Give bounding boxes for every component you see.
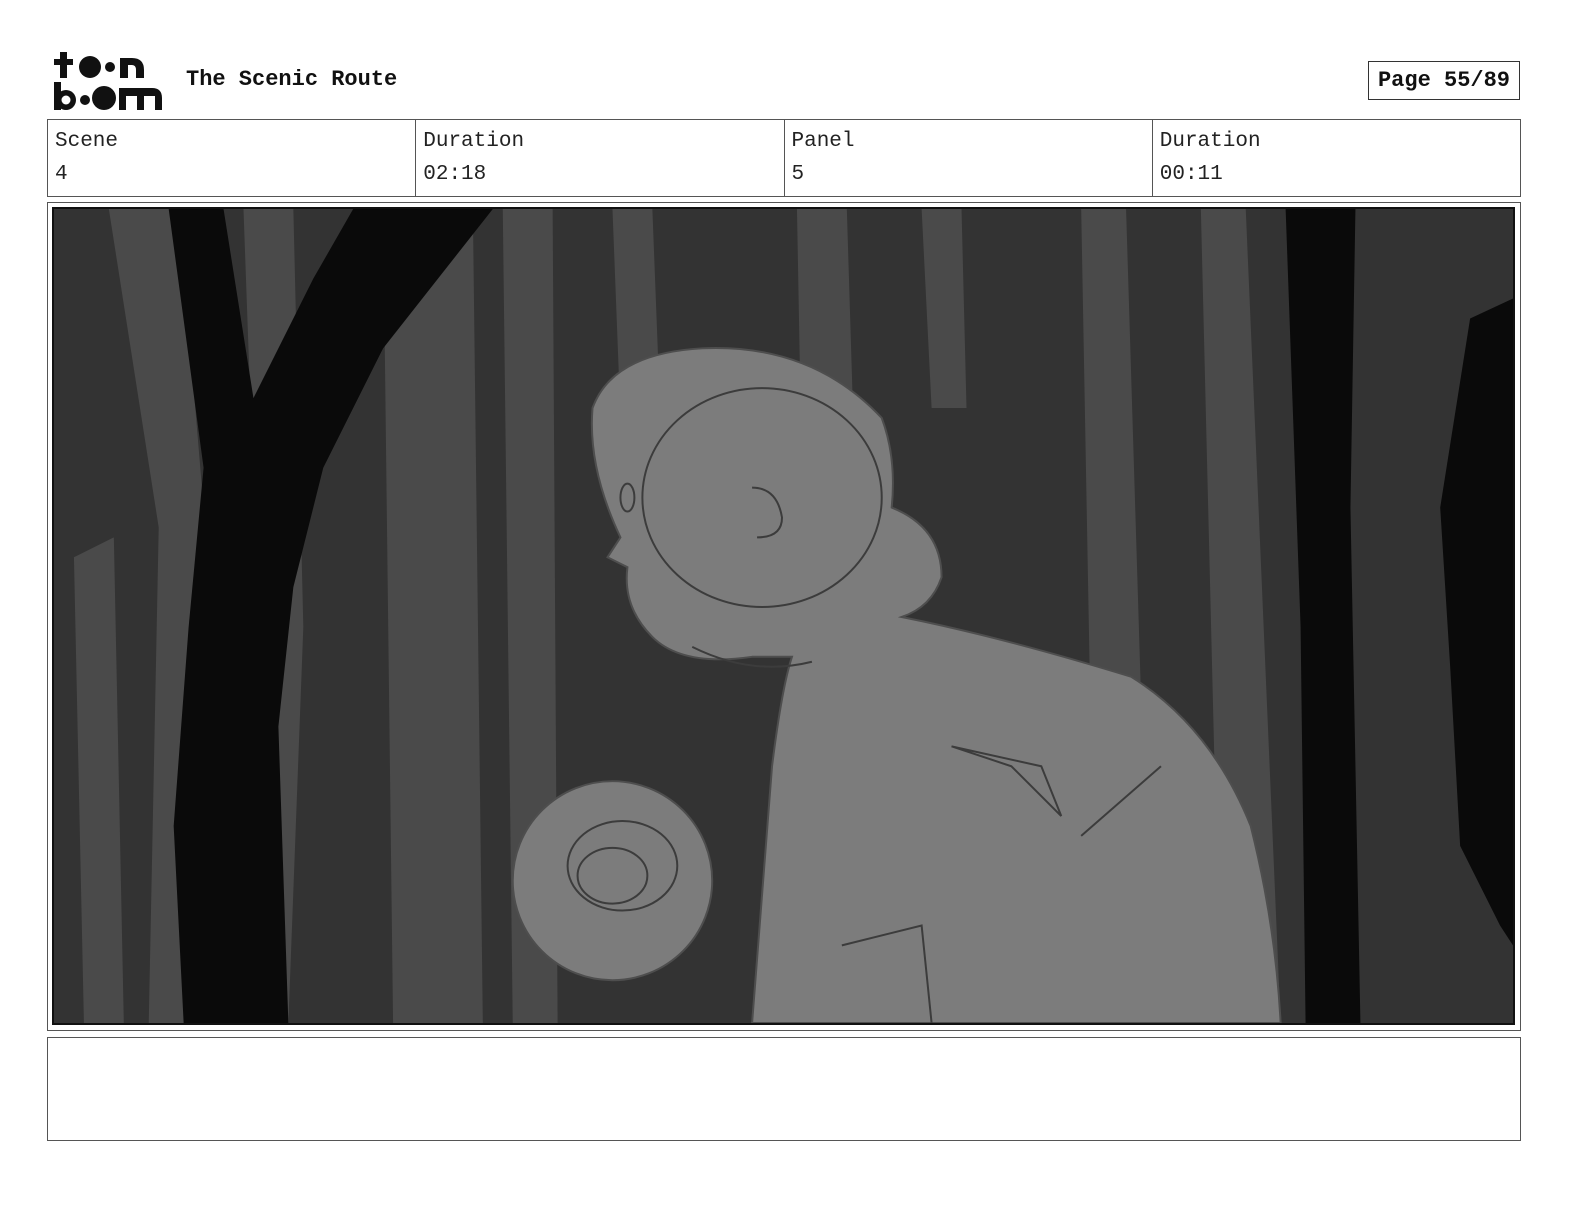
scene-value: 4 — [55, 163, 68, 186]
panel-duration-value: 00:11 — [1159, 163, 1223, 186]
scene-duration-cell: Duration 02:18 — [416, 120, 785, 196]
scene-label: Scene — [55, 130, 119, 153]
project-title: The Scenic Route — [186, 67, 398, 92]
panel-notes[interactable] — [47, 1037, 1521, 1141]
toon-boom-logo-icon — [54, 52, 162, 110]
panel-duration-label: Duration — [1159, 130, 1261, 153]
page-indicator: Page 55/89 — [1368, 61, 1520, 100]
storyboard-sketch-image — [54, 209, 1513, 1023]
scene-cell: Scene 4 — [48, 120, 417, 196]
panel-image — [52, 207, 1515, 1025]
scene-duration-value: 02:18 — [423, 163, 487, 186]
panel-frame — [47, 202, 1521, 1031]
panel-value: 5 — [791, 163, 805, 186]
panel-cell: Panel 5 — [785, 120, 1153, 196]
toon-boom-logo — [52, 50, 164, 112]
panel-label: Panel — [791, 130, 855, 153]
scene-duration-label: Duration — [423, 130, 525, 153]
panel-duration-cell: Duration 00:11 — [1153, 120, 1520, 196]
panel-info-row: Scene 4 Duration 02:18 Panel 5 Duration … — [47, 119, 1521, 197]
